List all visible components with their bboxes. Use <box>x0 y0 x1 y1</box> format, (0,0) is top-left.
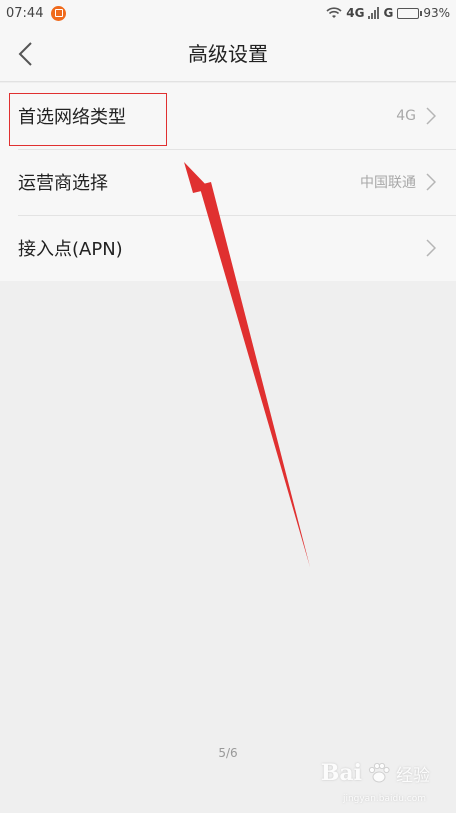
status-right: 4G G 93% <box>326 6 450 20</box>
chevron-right-icon <box>426 173 436 191</box>
watermark: Bai 经验 <box>321 760 430 786</box>
chevron-right-icon <box>426 239 436 257</box>
status-left: 07:44 <box>6 5 67 21</box>
setting-value: 4G <box>396 108 416 124</box>
battery-percent: 93% <box>423 6 450 20</box>
setting-label: 接入点(APN) <box>18 239 123 260</box>
screen: 07:44 4G G 93% 高级设置 首选网络类型 4G 运营商选择 中国联通… <box>0 0 456 813</box>
setting-apn[interactable]: 接入点(APN) <box>0 215 456 281</box>
setting-value: 中国联通 <box>360 175 416 191</box>
setting-label: 首选网络类型 <box>18 107 126 128</box>
network-type-1: 4G <box>346 6 365 20</box>
chevron-right-icon <box>426 107 436 125</box>
watermark-sub: 经验 <box>396 766 430 786</box>
app-notification-icon <box>51 5 67 21</box>
page-title: 高级设置 <box>188 42 268 66</box>
setting-carrier[interactable]: 运营商选择 中国联通 <box>0 149 456 215</box>
network-type-2: G <box>383 6 394 20</box>
nav-bar: 高级设置 <box>0 26 456 82</box>
setting-preferred-network[interactable]: 首选网络类型 4G <box>0 83 456 149</box>
page-indicator: 5/6 <box>218 746 238 760</box>
watermark-brand: Bai <box>320 760 362 786</box>
status-bar: 07:44 4G G 93% <box>0 0 456 26</box>
wifi-icon <box>326 7 342 18</box>
settings-list: 首选网络类型 4G 运营商选择 中国联通 接入点(APN) <box>0 83 456 281</box>
battery-icon <box>397 7 423 19</box>
status-time: 07:44 <box>6 5 44 21</box>
paw-icon <box>368 762 390 783</box>
watermark-url: jingyan.baidu.com <box>342 794 426 804</box>
setting-label: 运营商选择 <box>18 173 108 194</box>
signal-icon <box>368 7 380 19</box>
